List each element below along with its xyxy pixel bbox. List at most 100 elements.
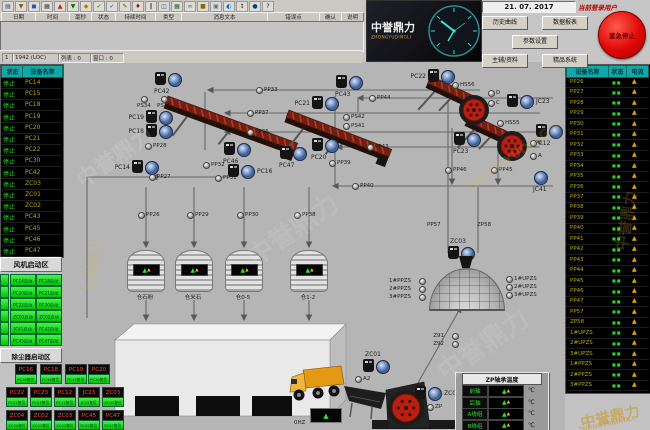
- dust-reset-button-PC47[interactable]: PC47复位: [102, 420, 124, 430]
- feeder-row-PP45[interactable]: PP45■■▲: [566, 276, 649, 287]
- feeder-row-PP30[interactable]: PP30■■▲: [566, 119, 649, 130]
- device-row-PC18[interactable]: 停止PC18: [1, 99, 61, 111]
- device-row-PC14[interactable]: 停止PC14: [1, 77, 61, 89]
- fan-start-button-stub[interactable]: [0, 274, 9, 286]
- device-row-PC15[interactable]: 停止PC15: [1, 88, 61, 100]
- feeder-row-PP29[interactable]: PP29■■▲: [566, 108, 649, 119]
- device-row-PC30[interactable]: 停止PC30: [1, 155, 61, 167]
- fan-unit-ZC02[interactable]: ZC02: [415, 386, 445, 401]
- fan-start-button-stub[interactable]: [0, 322, 9, 334]
- fan-start-button-PC21启动[interactable]: PC21启动: [36, 286, 62, 298]
- device-row-PC19[interactable]: 停止PC19: [1, 111, 61, 123]
- silo-仓1-2[interactable]: ▲▲仓1-2: [290, 250, 328, 292]
- fan-start-button-PC30启动[interactable]: PC30启动: [36, 298, 62, 310]
- fan-unit-PC23[interactable]: PC23: [454, 132, 484, 147]
- dust-reset-button-PC16[interactable]: PC16复位: [15, 374, 37, 384]
- fan-unit-PC42[interactable]: PC42: [155, 72, 185, 87]
- device-row-PC22[interactable]: 停止PC22: [1, 144, 61, 156]
- silo-仓0-5[interactable]: ▲▲仓0-5: [225, 250, 263, 292]
- feeder-row-3#UPZS[interactable]: 3#UPZS■■▲: [566, 349, 649, 360]
- nav-button-1[interactable]: 历史曲线: [482, 16, 528, 30]
- feeder-row-PP36[interactable]: PP36■■▲: [566, 182, 649, 193]
- fan-unit-PC20[interactable]: PC20: [312, 138, 342, 153]
- nav-button-5[interactable]: 精品系统: [542, 54, 588, 68]
- feeder-row-PP33[interactable]: PP33■■▲: [566, 150, 649, 161]
- feeder-row-PP35[interactable]: PP35■■▲: [566, 171, 649, 182]
- silo-仓石粉[interactable]: ▲▲仓石粉: [127, 250, 165, 292]
- feeder-row-PP26[interactable]: PP26■■▲: [566, 77, 649, 88]
- feeder-row-PP28[interactable]: PP28■■▲: [566, 98, 649, 109]
- dust-reset-button-PC18[interactable]: PC18复位: [40, 374, 62, 384]
- feeder-row-PP57[interactable]: PP57■■▲: [566, 307, 649, 318]
- feeder-row-PP27[interactable]: PP27■■▲: [566, 87, 649, 98]
- feeder-row-PP42[interactable]: PP42■■▲: [566, 244, 649, 255]
- fan-unit-PC14[interactable]: PC14: [132, 160, 162, 175]
- device-row-PC43[interactable]: 停止PC43: [1, 211, 61, 223]
- fan-start-button-PC14启动[interactable]: PC14启动: [10, 274, 36, 286]
- dust-reset-button-ZC02[interactable]: ZC02复位: [30, 420, 52, 430]
- fan-start-button-stub[interactable]: [0, 298, 9, 310]
- feeder-row-PP46[interactable]: PP46■■▲: [566, 286, 649, 297]
- fan-start-button-stub[interactable]: [0, 310, 9, 322]
- device-row-PC47[interactable]: 停止PC47: [1, 245, 61, 257]
- dust-reset-button-PC23[interactable]: PC23复位: [30, 397, 52, 407]
- dust-reset-button-PC12[interactable]: PC12复位: [54, 397, 76, 407]
- fan-unit-JC41[interactable]: JC41: [534, 170, 564, 185]
- fan-unit-PC46[interactable]: PC46: [224, 142, 254, 157]
- fan-start-button-PC47启动[interactable]: PC47启动: [36, 334, 62, 346]
- dust-reset-button-PC45[interactable]: PC45复位: [78, 420, 100, 430]
- fan-unit-PC19[interactable]: PC19: [146, 110, 176, 125]
- dust-reset-button-PC22[interactable]: PC22复位: [6, 397, 28, 407]
- device-row-PC21[interactable]: 停止PC21: [1, 133, 61, 145]
- feeder-row-PP38[interactable]: PP38■■▲: [566, 202, 649, 213]
- fan-start-button-stub[interactable]: [0, 286, 9, 298]
- feeder-row-PP41[interactable]: PP41■■▲: [566, 234, 649, 245]
- feeder-row-3#PPZS[interactable]: 3#PPZS■■▲: [566, 380, 649, 391]
- dust-reset-button-PC19[interactable]: PC19复位: [65, 374, 87, 384]
- fan-start-button-PC18启动[interactable]: PC18启动: [36, 274, 62, 286]
- fan-start-button-JC41启动[interactable]: JC41启动: [10, 322, 36, 334]
- fan-start-button-ZC02启动[interactable]: ZC02启动: [36, 310, 62, 322]
- fan-unit-PC47[interactable]: PC47: [280, 146, 310, 161]
- device-row-PC42[interactable]: 停止PC42: [1, 167, 61, 179]
- feeder-row-ZP58[interactable]: ZP58■■▲: [566, 317, 649, 328]
- feeder-row-PP43[interactable]: PP43■■▲: [566, 255, 649, 266]
- dust-reset-button-JC23[interactable]: JC23复位: [78, 397, 100, 407]
- nav-button-3[interactable]: 参数设置: [512, 35, 558, 49]
- feeder-row-PP39[interactable]: PP39■■▲: [566, 213, 649, 224]
- feeder-row-PP34[interactable]: PP34■■▲: [566, 161, 649, 172]
- feeder-row-PP31[interactable]: PP31■■▲: [566, 129, 649, 140]
- fan-unit-PC18[interactable]: PC18: [146, 124, 176, 139]
- device-row-ZC02[interactable]: 停止ZC02: [1, 200, 61, 212]
- nav-button-2[interactable]: 数据报表: [542, 16, 588, 30]
- dome-stockpile[interactable]: [429, 268, 505, 311]
- feeder-row-1#UPZS[interactable]: 1#UPZS■■▲: [566, 328, 649, 339]
- fan-start-button-PC42启动[interactable]: PC42启动: [36, 322, 62, 334]
- feeder-row-PP37[interactable]: PP37■■▲: [566, 192, 649, 203]
- feeder-row-PP44[interactable]: PP44■■▲: [566, 265, 649, 276]
- nav-button-4[interactable]: 主辅/资料: [482, 54, 528, 68]
- dust-reset-button-PC20[interactable]: PC20复位: [88, 374, 110, 384]
- feeder-row-PP32[interactable]: PP32■■▲: [566, 140, 649, 151]
- feeder-row-2#UPZS[interactable]: 2#UPZS■■▲: [566, 338, 649, 349]
- device-row-ZC01[interactable]: 停止ZC01: [1, 189, 61, 201]
- dust-reset-button-ZC03[interactable]: ZC03复位: [54, 420, 76, 430]
- feeder-row-2#PPZS[interactable]: 2#PPZS■■▲: [566, 370, 649, 381]
- fan-start-button-stub[interactable]: [0, 334, 9, 346]
- fan-start-button-PC45启动[interactable]: PC45启动: [10, 334, 36, 346]
- feeder-row-1#PPZS[interactable]: 1#PPZS■■▲: [566, 359, 649, 370]
- dust-reset-button-ZC03[interactable]: ZC03复位: [102, 397, 124, 407]
- feeder-row-PP47[interactable]: PP47■■▲: [566, 296, 649, 307]
- feeder-row-PP40[interactable]: PP40■■▲: [566, 223, 649, 234]
- fan-unit-PC21[interactable]: PC21: [312, 96, 342, 111]
- fan-unit-PC12[interactable]: PC12: [536, 124, 566, 139]
- dust-reset-button-ZC04[interactable]: ZC04复位: [6, 420, 28, 430]
- fan-start-button-PC20启动[interactable]: PC20启动: [10, 286, 36, 298]
- device-row-PC46[interactable]: 停止PC46: [1, 234, 61, 246]
- silo-仓米石[interactable]: ▲▲仓米石: [175, 250, 213, 292]
- fan-start-button-PC22启动[interactable]: PC22启动: [10, 298, 36, 310]
- fan-start-button-ZC03启动[interactable]: ZC03启动: [10, 310, 36, 322]
- device-row-PC20[interactable]: 停止PC20: [1, 122, 61, 134]
- device-row-ZC03[interactable]: 停止ZC03: [1, 178, 61, 190]
- device-row-PC45[interactable]: 停止PC45: [1, 223, 61, 235]
